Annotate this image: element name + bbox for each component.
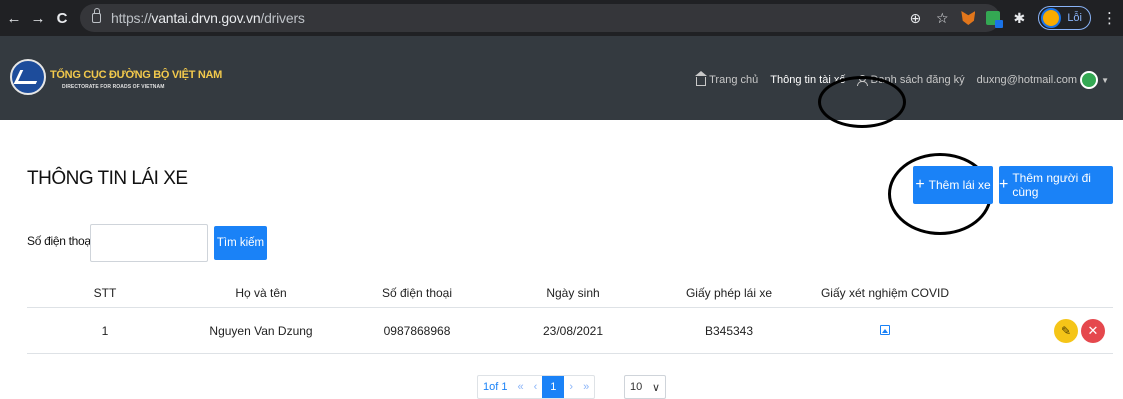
browser-toolbar: ← → C https://vantai.drvn.gov.vn/drivers… bbox=[0, 0, 1123, 36]
column-header: Họ và tên bbox=[235, 285, 287, 300]
user-email: duxng@hotmail.com bbox=[976, 74, 1078, 86]
lock-icon[interactable] bbox=[92, 8, 101, 23]
column-header: Số điện thoại bbox=[381, 285, 453, 300]
zoom-icon[interactable]: ⊕ bbox=[907, 10, 923, 27]
browser-menu-icon[interactable]: ⋮ bbox=[1102, 9, 1117, 27]
row-stt: 1 bbox=[101, 323, 109, 338]
column-header: Giấy phép lái xe bbox=[685, 285, 773, 300]
logo-road-mark bbox=[13, 70, 43, 84]
bookmark-star-icon[interactable]: ☆ bbox=[934, 10, 950, 27]
extensions-puzzle-icon[interactable]: ✱ bbox=[1011, 10, 1027, 27]
back-icon[interactable]: ← bbox=[4, 8, 24, 28]
first-page-button[interactable]: « bbox=[512, 376, 528, 398]
row-covid-cert bbox=[807, 324, 963, 338]
column-header: Ngày sinh bbox=[546, 285, 600, 300]
annotation-circle-nav bbox=[818, 76, 906, 128]
next-page-button[interactable]: › bbox=[564, 376, 578, 398]
extension-icon[interactable] bbox=[986, 11, 1004, 28]
chevron-down-icon: ∨ bbox=[651, 381, 660, 394]
plus-icon: + bbox=[915, 176, 925, 193]
page-size-value: 10 bbox=[630, 381, 643, 393]
app-header: TỔNG CỤC ĐƯỜNG BỘ VIỆT NAM DIRECTORATE F… bbox=[0, 36, 1123, 120]
row-name: Nguyen Van Dzung bbox=[209, 323, 313, 338]
phone-search-input[interactable] bbox=[90, 224, 208, 262]
pagination-info: 1of 1 bbox=[483, 381, 508, 393]
top-navigation: Trang chủ Thông tin tài xế Danh sách đăn… bbox=[695, 71, 1109, 89]
nav-home[interactable]: Trang chủ bbox=[695, 71, 758, 86]
user-avatar bbox=[1080, 71, 1099, 89]
add-companion-button[interactable]: + Thêm người đi cùng bbox=[999, 166, 1113, 204]
phone-search-label: Số điện thoại: bbox=[27, 234, 97, 248]
search-button[interactable]: Tìm kiếm bbox=[214, 226, 267, 260]
row-actions: ✎ ✕ bbox=[963, 318, 1113, 343]
page-size-select[interactable]: 10 ∨ bbox=[624, 375, 666, 399]
column-header: Giấy xét nghiệm COVID bbox=[820, 285, 950, 300]
forward-icon[interactable]: → bbox=[28, 8, 48, 28]
profile-button[interactable]: Lỗi bbox=[1038, 6, 1091, 30]
metamask-extension-icon[interactable] bbox=[961, 11, 976, 25]
profile-status-label: Lỗi bbox=[1067, 12, 1082, 24]
user-menu[interactable]: duxng@hotmail.com ▼ bbox=[977, 71, 1109, 89]
row-phone: 0987868968 bbox=[383, 323, 451, 338]
row-dob: 23/08/2021 bbox=[542, 323, 604, 338]
table-row: 1 Nguyen Van Dzung 0987868968 23/08/2021… bbox=[27, 308, 1113, 354]
delete-button[interactable]: ✕ bbox=[1081, 318, 1105, 343]
profile-avatar bbox=[1041, 8, 1062, 28]
edit-button[interactable]: ✎ bbox=[1054, 318, 1078, 343]
page-title: THÔNG TIN LÁI XE bbox=[27, 168, 188, 189]
drivers-table: STT Họ và tên Số điện thoại Ngày sinh Gi… bbox=[27, 278, 1113, 354]
browser-actions: ⊕ ☆ ✱ Lỗi ⋮ bbox=[907, 0, 1123, 36]
table-header-row: STT Họ và tên Số điện thoại Ngày sinh Gi… bbox=[27, 278, 1113, 308]
image-icon[interactable] bbox=[880, 324, 890, 335]
home-icon bbox=[695, 71, 708, 86]
address-bar[interactable]: https://vantai.drvn.gov.vn/drivers bbox=[80, 4, 1000, 32]
url-text: https://vantai.drvn.gov.vn/drivers bbox=[111, 10, 305, 26]
organization-subtitle: DIRECTORATE FOR ROADS OF VIETNAM bbox=[62, 84, 165, 90]
plus-icon: + bbox=[999, 176, 1009, 193]
prev-page-button[interactable]: ‹ bbox=[529, 376, 543, 398]
organization-name: TỔNG CỤC ĐƯỜNG BỘ VIỆT NAM bbox=[50, 69, 223, 81]
reload-icon[interactable]: C bbox=[52, 8, 72, 28]
row-license: B345343 bbox=[704, 323, 754, 338]
last-page-button[interactable]: » bbox=[578, 376, 594, 398]
add-driver-button[interactable]: + Thêm lái xe bbox=[913, 166, 993, 204]
organization-logo[interactable] bbox=[10, 59, 46, 95]
pagination: 1of 1 « ‹ 1 › » bbox=[477, 375, 596, 399]
column-header: STT bbox=[93, 285, 117, 300]
page-1-button[interactable]: 1 bbox=[542, 376, 565, 398]
chevron-down-icon: ▼ bbox=[1101, 75, 1109, 85]
